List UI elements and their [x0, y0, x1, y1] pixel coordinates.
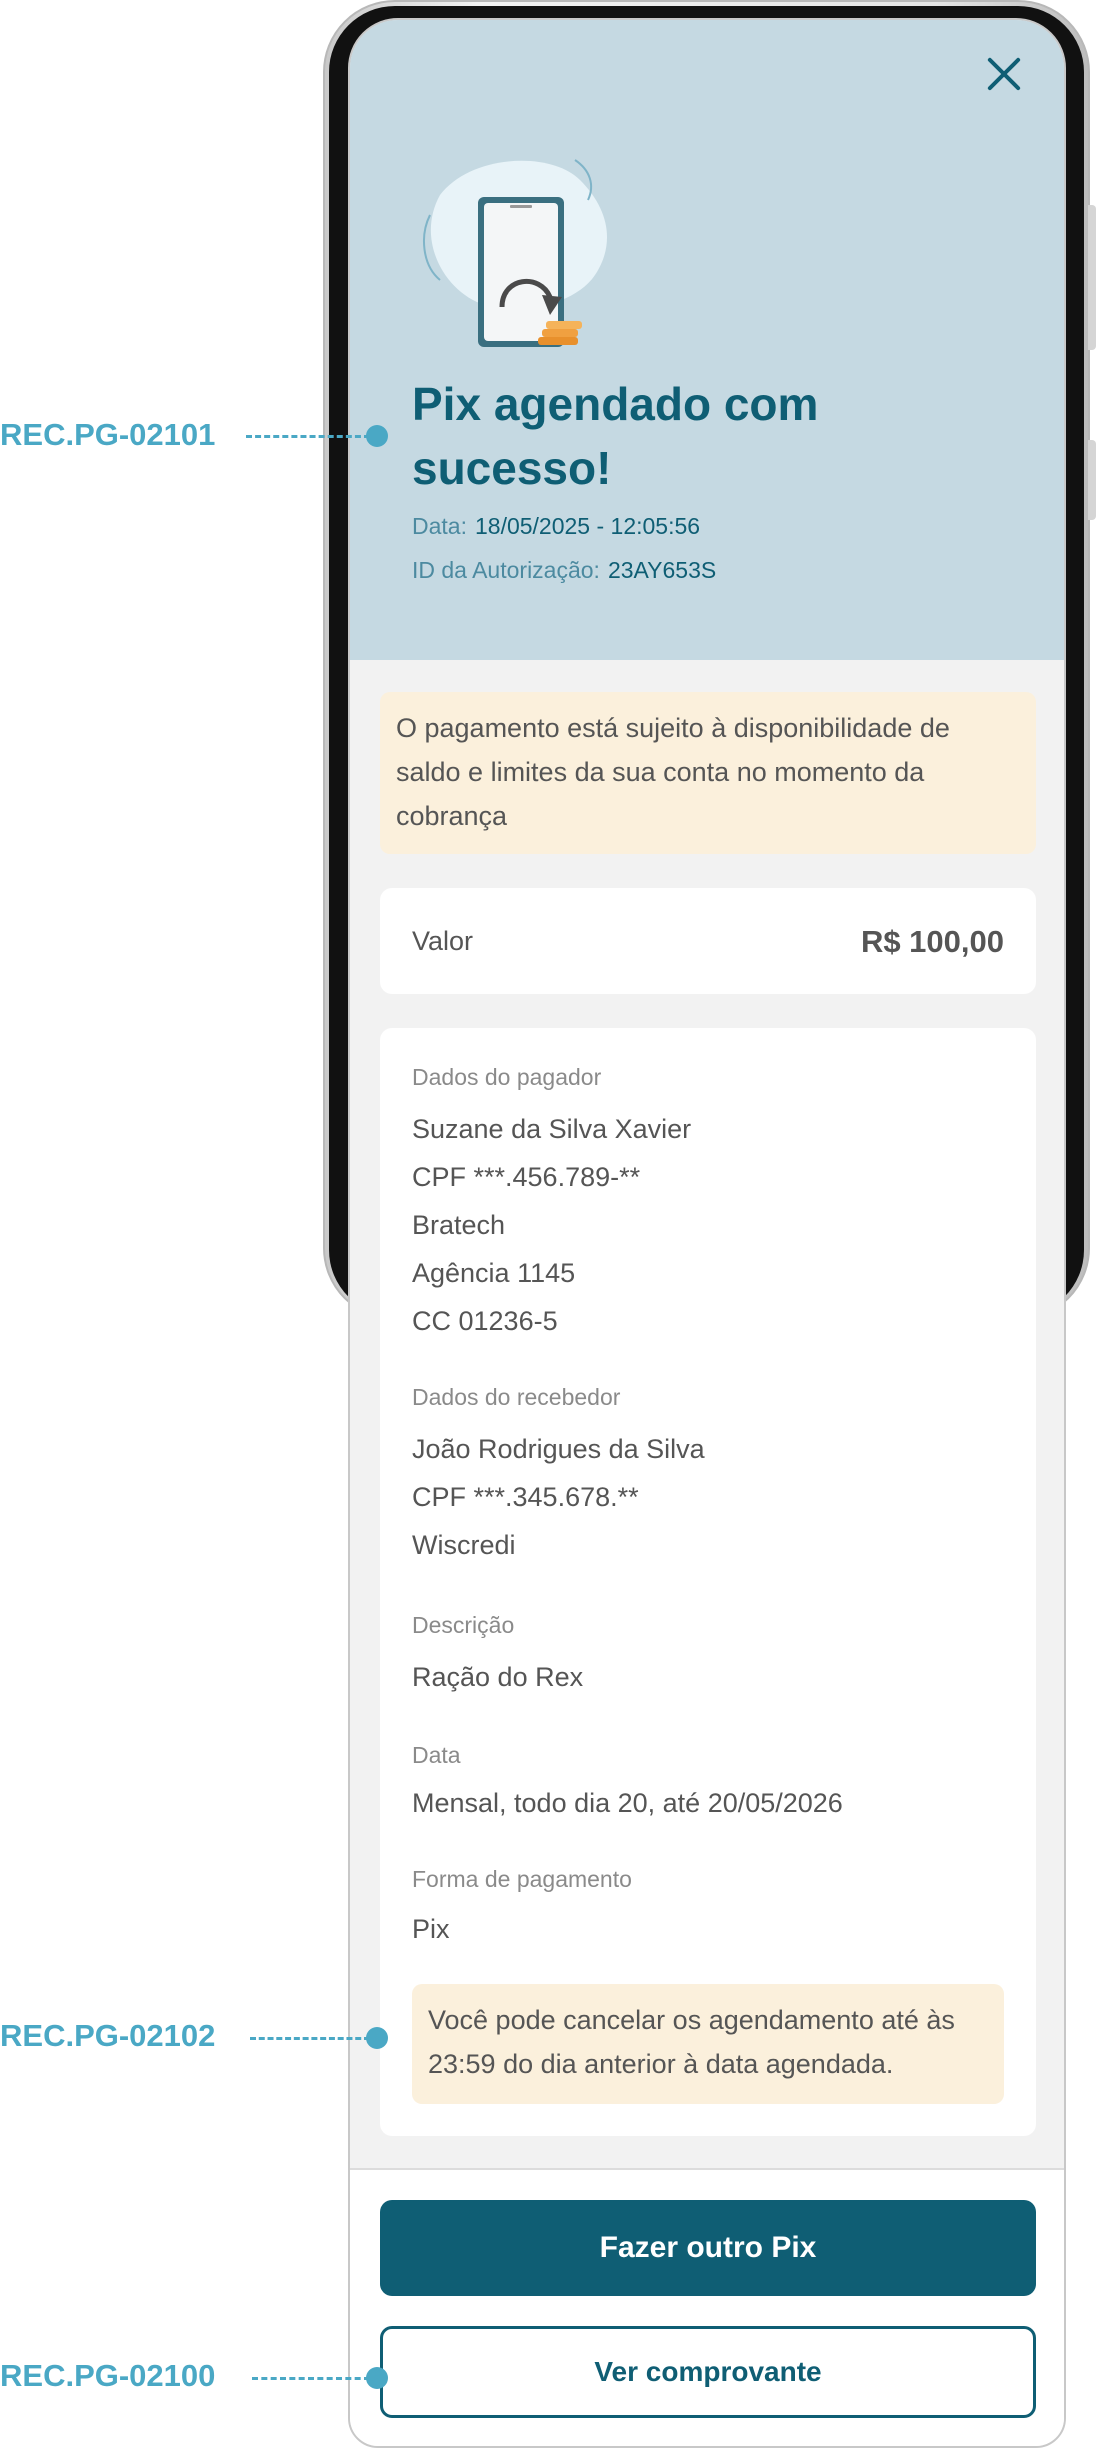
receiver-cpf: CPF ***.345.678.**	[412, 1482, 639, 1512]
annotation-connector	[252, 2377, 370, 2380]
schedule-date-label: Data	[412, 1742, 461, 1768]
payer-bank: Bratech	[412, 1210, 506, 1240]
payer-label: Dados do pagador	[412, 1064, 602, 1090]
annotation-dot	[366, 2027, 388, 2049]
app-screen: Pix agendado com sucesso! Data: 18/05/202…	[348, 18, 1066, 2448]
close-button[interactable]	[980, 50, 1028, 98]
view-receipt-button[interactable]: Ver comprovante	[380, 2326, 1036, 2418]
page-title: Pix agendado com sucesso!	[412, 378, 819, 494]
payment-method-label: Forma de pagamento	[412, 1866, 632, 1892]
balance-notice: O pagamento está sujeito à disponibilida…	[380, 692, 1036, 854]
annotation-label: REC.PG-02102	[0, 2018, 216, 2053]
receiver-label: Dados do recebedor	[412, 1384, 621, 1410]
annotation-connector	[250, 2037, 370, 2040]
authorization-row: ID da Autorização: 23AY653S	[412, 557, 716, 584]
receiver-bank: Wiscredi	[412, 1530, 516, 1560]
annotation-label: REC.PG-02100	[0, 2358, 216, 2393]
phone-side-button	[1088, 440, 1096, 520]
description-label: Descrição	[412, 1612, 515, 1638]
cancel-notice-text: Você pode cancelar os agendamento até às…	[428, 2005, 955, 2079]
schedule-date-value: Mensal, todo dia 20, até 20/05/2026	[412, 1788, 843, 1818]
authorization-label: ID da Autorização:	[412, 557, 600, 583]
description-value: Ração do Rex	[412, 1662, 584, 1692]
value-label: Valor	[412, 926, 474, 956]
value-card: Valor R$ 100,00	[380, 888, 1036, 994]
receiver-name: João Rodrigues da Silva	[412, 1434, 705, 1464]
footer-actions: Fazer outro Pix Ver comprovante	[350, 2168, 1064, 2446]
date-row: Data: 18/05/2025 - 12:05:56	[412, 513, 700, 540]
value-amount: R$ 100,00	[860, 924, 1004, 959]
annotation-connector	[246, 435, 370, 438]
annotation-dot	[366, 425, 388, 447]
cancel-notice: Você pode cancelar os agendamento até às…	[412, 1984, 1004, 2104]
payer-name: Suzane da Silva Xavier	[412, 1114, 692, 1144]
annotation-dot	[366, 2367, 388, 2389]
authorization-value: 23AY653S	[607, 557, 717, 583]
date-value: 18/05/2025 - 12:05:56	[474, 513, 701, 539]
payment-method-value: Pix	[412, 1914, 450, 1944]
date-label: Data:	[412, 513, 467, 539]
phone-side-button	[1088, 205, 1096, 350]
new-pix-button[interactable]: Fazer outro Pix	[380, 2200, 1036, 2296]
details-card: Dados do pagador Suzane da Silva Xavier …	[380, 1028, 1036, 2136]
payer-cpf: CPF ***.456.789-**	[412, 1162, 641, 1192]
annotation-label: REC.PG-02101	[0, 417, 216, 452]
payer-account: CC 01236-5	[412, 1306, 558, 1336]
phone-scheduled-illustration	[423, 159, 607, 347]
balance-notice-text: O pagamento está sujeito à disponibilida…	[396, 713, 950, 831]
payer-agency: Agência 1145	[412, 1258, 576, 1288]
